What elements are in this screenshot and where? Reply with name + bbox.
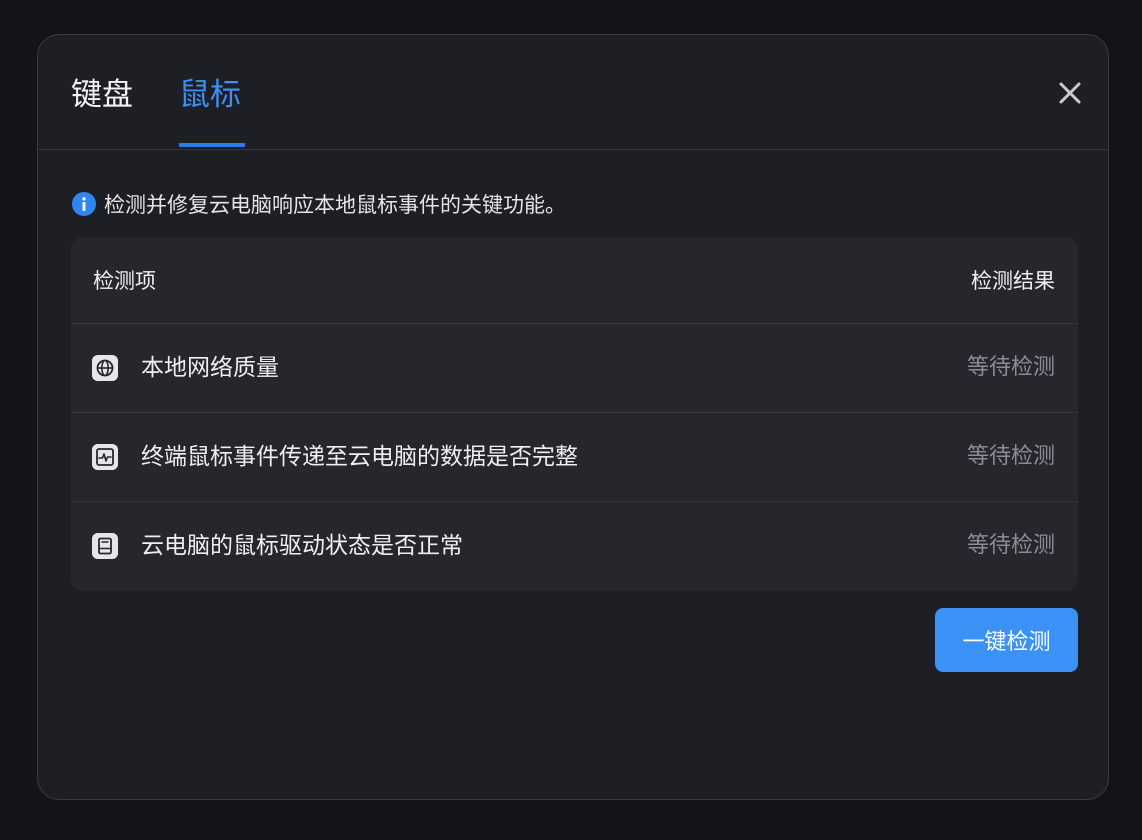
tab-bar: 键盘 鼠标 [38, 35, 1108, 150]
tab-mouse[interactable]: 鼠标 [179, 75, 241, 115]
column-header-result: 检测结果 [971, 269, 1055, 293]
info-icon [72, 192, 96, 216]
hint-text: 检测并修复云电脑响应本地鼠标事件的关键功能。 [104, 193, 566, 217]
table-header: 检测项 检测结果 [71, 237, 1078, 324]
column-header-item: 检测项 [93, 269, 156, 293]
globe-icon [92, 355, 118, 381]
drive-icon [92, 533, 118, 559]
row-label: 云电脑的鼠标驱动状态是否正常 [141, 533, 463, 559]
table-row: 本地网络质量 等待检测 [71, 324, 1078, 413]
tab-keyboard[interactable]: 键盘 [71, 75, 133, 115]
activity-monitor-icon [92, 444, 118, 470]
row-status: 等待检测 [966, 355, 1055, 380]
row-label: 终端鼠标事件传递至云电脑的数据是否完整 [141, 444, 578, 470]
one-click-detect-button[interactable]: 一键检测 [935, 608, 1078, 672]
table-row: 终端鼠标事件传递至云电脑的数据是否完整 等待检测 [71, 413, 1078, 502]
detection-table: 检测项 检测结果 本地网络质量 等待检测 终端鼠标事件传递至云电脑的数据是否完整… [71, 237, 1078, 591]
mouse-diagnostic-dialog: 键盘 鼠标 检测并修复云电脑响应本地鼠标事件的关键功能。 检测项 检测结果 本地… [37, 34, 1109, 800]
description-hint: 检测并修复云电脑响应本地鼠标事件的关键功能。 [72, 189, 566, 219]
row-label: 本地网络质量 [141, 355, 279, 381]
close-icon [1059, 82, 1081, 104]
table-row: 云电脑的鼠标驱动状态是否正常 等待检测 [71, 502, 1078, 591]
close-button[interactable] [1054, 77, 1086, 109]
active-tab-indicator [179, 143, 245, 147]
row-status: 等待检测 [966, 444, 1055, 469]
row-status: 等待检测 [966, 533, 1055, 558]
